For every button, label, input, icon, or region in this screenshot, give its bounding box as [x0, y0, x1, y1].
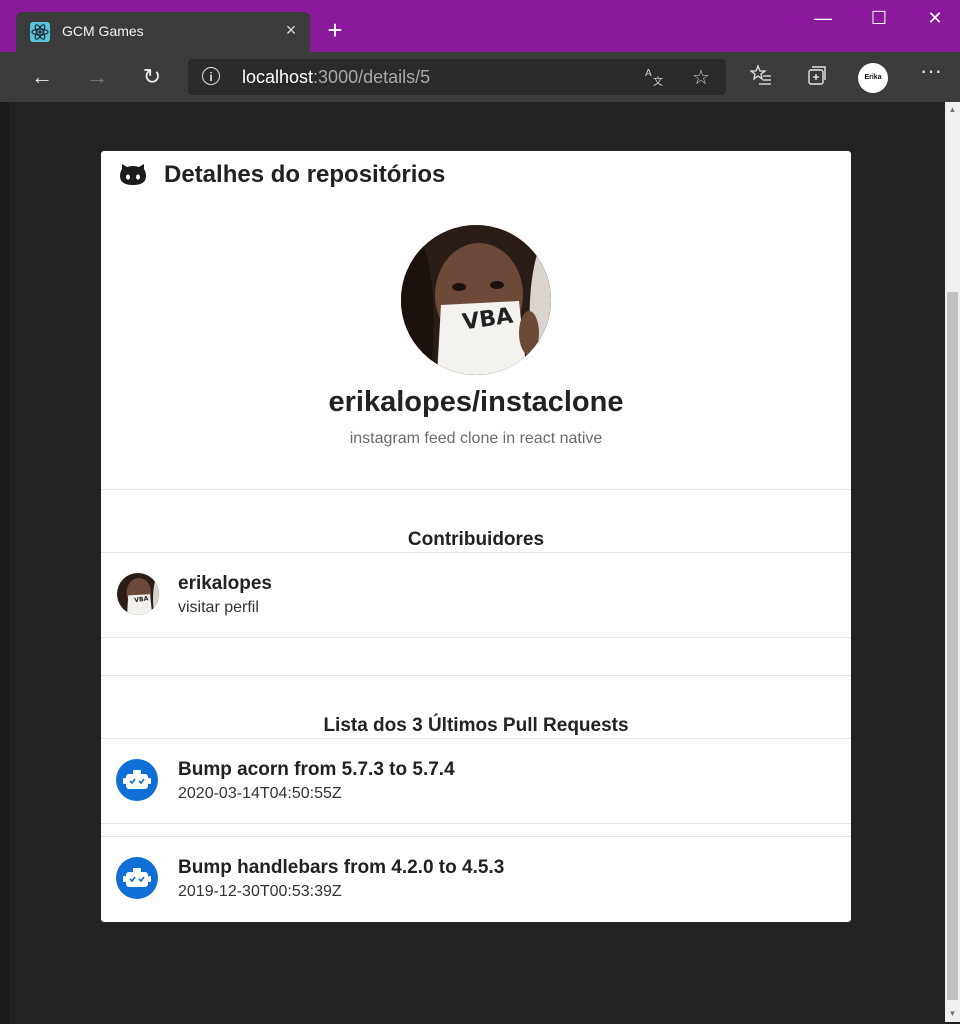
pull-request-date: 2020-03-14T04:50:55Z — [178, 785, 342, 802]
pull-request-item[interactable]: Bump acorn from 5.7.3 to 5.7.4 2020-03-1… — [101, 738, 851, 824]
refresh-button[interactable]: ↻ — [136, 62, 168, 92]
favorites-list-icon[interactable] — [746, 64, 776, 92]
card-header: Detalhes do repositórios — [101, 151, 851, 199]
repo-description: instagram feed clone in react native — [349, 430, 603, 447]
repo-name: erikalopes/instaclone — [328, 386, 624, 418]
divider — [101, 675, 851, 676]
pull-request-title[interactable]: Bump acorn from 5.7.3 to 5.7.4 — [178, 759, 455, 781]
navigation-bar: ← → ↻ i localhost:3000/details/5 A文 ☆ ··… — [0, 52, 960, 102]
contributor-login: erikalopes — [178, 573, 272, 594]
url-path: :3000/details/5 — [313, 67, 431, 87]
info-icon[interactable]: i — [202, 67, 220, 85]
visit-profile-link[interactable]: visitar perfil — [178, 599, 259, 617]
contributor-avatar: VBA — [117, 573, 159, 615]
scroll-up-arrow-icon[interactable]: ▲ — [945, 102, 960, 118]
pull-requests-title: Lista dos 3 Últimos Pull Requests — [323, 715, 629, 736]
forward-button[interactable]: → — [81, 62, 113, 92]
svg-text:A: A — [645, 68, 652, 79]
title-bar: GCM Games × + — ☐ ✕ — [0, 0, 960, 52]
translate-icon[interactable]: A文 — [642, 65, 668, 93]
browser-tab[interactable]: GCM Games × — [16, 12, 310, 52]
collections-icon[interactable] — [802, 64, 832, 92]
back-button[interactable]: ← — [26, 62, 58, 92]
github-icon — [119, 163, 147, 187]
contributors-title: Contribuidores — [407, 529, 545, 550]
pull-request-date: 2019-12-30T00:53:39Z — [178, 883, 342, 900]
window-edge — [0, 102, 9, 1024]
vertical-scrollbar[interactable]: ▲ ▼ — [945, 102, 960, 1022]
scrollbar-thumb[interactable] — [947, 292, 958, 1000]
new-tab-button[interactable]: + — [322, 17, 348, 43]
url-host: localhost — [242, 67, 314, 87]
pull-request-title[interactable]: Bump handlebars from 4.2.0 to 4.5.3 — [178, 857, 504, 879]
maximize-button[interactable]: ☐ — [856, 8, 902, 29]
svg-text:文: 文 — [653, 75, 663, 87]
contributor-item[interactable]: VBA erikalopes visitar perfil — [101, 552, 851, 638]
page-title: Detalhes do repositórios — [164, 161, 446, 188]
divider — [101, 489, 851, 490]
repository-details-card: Detalhes do repositórios VBA erikalopes/… — [101, 151, 851, 922]
more-menu-icon[interactable]: ··· — [916, 58, 946, 84]
favorite-star-icon[interactable]: ☆ — [688, 65, 714, 90]
tab-close-icon[interactable]: × — [280, 20, 302, 41]
dependabot-icon — [116, 759, 158, 801]
address-bar[interactable]: i localhost:3000/details/5 A文 ☆ — [188, 59, 726, 95]
scroll-down-arrow-icon[interactable]: ▼ — [945, 1006, 960, 1022]
dependabot-icon — [116, 857, 158, 899]
url-text[interactable]: localhost:3000/details/5 — [242, 67, 430, 88]
repo-owner-avatar: VBA — [401, 225, 551, 375]
profile-avatar[interactable]: Erika — [858, 63, 888, 93]
browser-window: GCM Games × + — ☐ ✕ ← → ↻ i localhost:30… — [0, 0, 960, 1024]
pull-request-item[interactable]: Bump handlebars from 4.2.0 to 4.5.3 2019… — [101, 836, 851, 922]
tab-title: GCM Games — [62, 23, 144, 39]
react-icon — [30, 22, 50, 42]
minimize-button[interactable]: — — [800, 8, 846, 29]
close-window-button[interactable]: ✕ — [912, 8, 958, 29]
